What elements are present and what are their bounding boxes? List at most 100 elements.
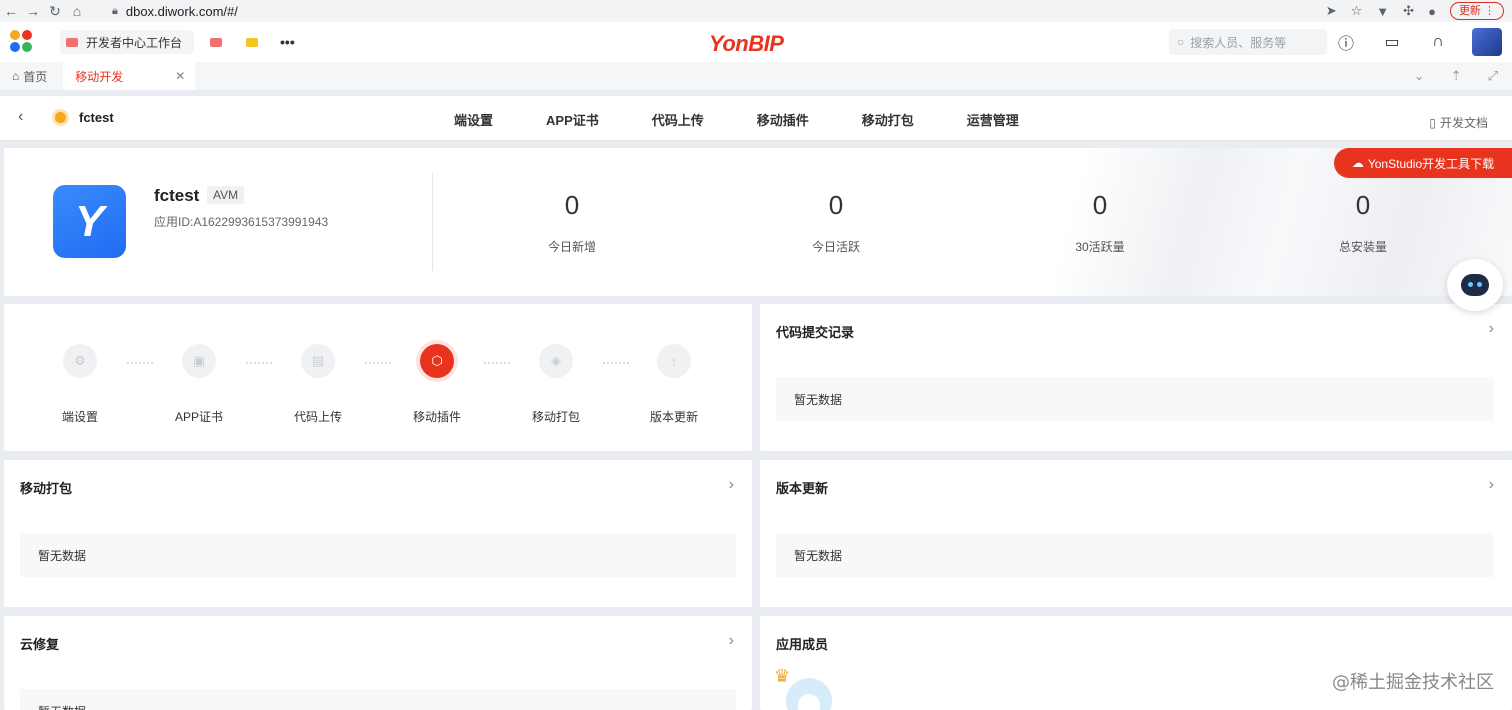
url-text: dbox.diwork.com/#/ — [125, 3, 238, 19]
stat-30-active: 0 30活跃量 — [1030, 190, 1170, 255]
gear-icon: ⚙︎ — [63, 344, 97, 378]
step-label: 移动打包 — [531, 410, 580, 424]
menu-item-mobile-plugins[interactable]: 移动插件 — [757, 110, 809, 129]
app-subnav: ‹ fctest 端设置 APP证书 代码上传 移动插件 移动打包 运营管理 ▯… — [0, 96, 1512, 140]
menu-item-mobile-packaging[interactable]: 移动打包 — [862, 110, 914, 129]
dev-docs-label: 开发文档 — [1439, 116, 1488, 130]
stat-label: 今日新增 — [547, 240, 596, 254]
step-label: APP证书 — [174, 410, 223, 424]
step-app-certificate[interactable]: ▣ APP证书 — [159, 344, 239, 425]
menu-item-code-upload[interactable]: 代码上传 — [652, 110, 704, 129]
avm-badge: AVM — [207, 186, 245, 204]
crown-icon: ♛ — [774, 666, 791, 686]
download-label: YonStudio开发工具下载 — [1367, 156, 1495, 171]
back-chevron-icon[interactable]: ‹ — [18, 108, 23, 126]
step-code-upload[interactable]: ▤ 代码上传 — [278, 344, 358, 425]
chevron-right-icon[interactable]: › — [729, 632, 734, 650]
step-label: 端设置 — [61, 410, 98, 424]
more-icon[interactable]: ••• — [280, 34, 295, 50]
update-label: 更新 — [1458, 5, 1481, 17]
member-avatar[interactable] — [786, 678, 832, 710]
empty-state: 暂无数据 — [20, 689, 736, 710]
yonstudio-download-button[interactable]: ☁︎ YonStudio开发工具下载 — [1334, 148, 1512, 178]
chevron-right-icon[interactable]: › — [1489, 476, 1494, 494]
card-title: 应用成员 — [776, 637, 829, 652]
watermark: @稀土掘金技术社区 — [1332, 672, 1494, 693]
stat-label: 总安装量 — [1338, 240, 1387, 254]
document-icon: ▯ — [1429, 115, 1436, 130]
step-endpoint-settings[interactable]: ⚙︎ 端设置 — [40, 344, 120, 425]
step-label: 代码上传 — [293, 410, 342, 424]
search-icon: ○ — [1177, 35, 1185, 49]
workbench-icon — [66, 37, 78, 47]
close-icon[interactable]: ✕ — [175, 69, 185, 83]
stat-today-new: 0 今日新增 — [502, 190, 642, 255]
chevron-right-icon[interactable]: › — [1489, 320, 1494, 338]
stat-value: 0 — [828, 190, 844, 220]
step-connector — [484, 362, 510, 364]
chevron-right-icon[interactable]: › — [729, 476, 734, 494]
step-mobile-packaging[interactable]: ◈ 移动打包 — [516, 344, 596, 425]
members-card: 应用成员 ♛ — [760, 616, 1512, 710]
user-avatar[interactable] — [1472, 28, 1502, 56]
step-mobile-plugins[interactable]: ⬡ 移动插件 — [397, 344, 477, 425]
stat-value: 0 — [1355, 190, 1371, 220]
package-icon: ◈ — [539, 344, 573, 378]
step-connector — [246, 362, 272, 364]
tab-home[interactable]: ⌂ 首页 — [12, 68, 47, 85]
code-file-icon: ▤ — [301, 344, 335, 378]
dev-docs-link[interactable]: ▯ 开发文档 — [1429, 114, 1488, 131]
help-icon[interactable]: ⓘ — [1334, 30, 1358, 54]
fullscreen-icon[interactable]: ⤢ — [1488, 68, 1498, 84]
menu-item-endpoint-settings[interactable]: 端设置 — [454, 110, 493, 129]
extension-v-icon[interactable]: ▼ — [1376, 4, 1389, 19]
address-bar[interactable]: 🔒︎ dbox.diwork.com/#/ — [112, 4, 238, 19]
assistant-robot-button[interactable] — [1447, 259, 1503, 311]
workbench-tab[interactable]: 开发者中心工作台 — [60, 30, 195, 54]
card-title: 代码提交记录 — [776, 325, 855, 340]
tab-mobile-dev-label: 移动开发 — [75, 69, 124, 84]
back-arrow-icon[interactable]: ← — [0, 3, 22, 19]
home-icon[interactable]: ⌂ — [66, 3, 88, 19]
code-records-card: 代码提交记录 › 暂无数据 — [760, 304, 1512, 451]
step-connector — [127, 362, 153, 364]
card-title: 云修复 — [20, 637, 60, 652]
cloud-fix-card: 云修复 › 暂无数据 — [4, 616, 752, 710]
browser-toolbar: ← → ↻ ⌂ 🔒︎ dbox.diwork.com/#/ ➤ ☆ ▼ ✣ ● … — [0, 0, 1512, 22]
subnav-menu: 端设置 APP证书 代码上传 移动插件 移动打包 运营管理 — [454, 110, 1072, 129]
stat-label: 30活跃量 — [1075, 240, 1125, 254]
profile-icon[interactable]: ● — [1428, 4, 1436, 19]
update-button[interactable]: 更新 ⋮ — [1449, 2, 1504, 20]
card-title: 移动打包 — [20, 481, 73, 496]
puzzle-icon[interactable]: ✣ — [1403, 3, 1414, 19]
brand-logo: YonBIP — [709, 31, 784, 56]
tab-home-label: 首页 — [23, 69, 48, 84]
robot-icon — [1461, 274, 1489, 296]
stat-label: 今日活跃 — [811, 240, 860, 254]
app-shortcut-icon[interactable] — [210, 37, 223, 47]
note-shortcut-icon[interactable] — [246, 37, 259, 47]
stat-value: 0 — [564, 190, 580, 220]
search-input[interactable]: ○ 搜索人员、服务等 — [1169, 29, 1327, 55]
stat-total-installs: 0 总安装量 — [1293, 190, 1433, 255]
certificate-icon: ▣ — [182, 344, 216, 378]
forward-arrow-icon[interactable]: → — [22, 3, 44, 19]
star-icon[interactable]: ☆ — [1351, 3, 1363, 19]
menu-item-operations[interactable]: 运营管理 — [967, 110, 1019, 129]
menu-item-app-certificate[interactable]: APP证书 — [546, 110, 599, 129]
page-tabs: ⌂ 首页 移动开发 ✕ ⌄ ⇡ ⤢ — [0, 62, 1512, 90]
headset-icon[interactable]: ∩ — [1426, 30, 1450, 54]
step-version-update[interactable]: ↑ 版本更新 — [634, 344, 714, 425]
app-name: fctest — [154, 186, 200, 205]
app-grid-logo-icon[interactable] — [10, 30, 34, 54]
divider — [432, 173, 433, 271]
workflow-steps-card: ⚙︎ 端设置 ▣ APP证书 ▤ 代码上传 ⬡ 移动插件 ◈ 移动打包 ↑ 版本… — [4, 304, 752, 451]
message-icon[interactable]: ▭ — [1380, 30, 1404, 54]
reload-icon[interactable]: ↻ — [44, 3, 66, 20]
chevron-down-icon[interactable]: ⌄ — [1414, 68, 1425, 84]
search-placeholder: 搜索人员、服务等 — [1190, 35, 1287, 50]
upload-icon[interactable]: ⇡ — [1451, 68, 1462, 84]
version-update-card: 版本更新 › 暂无数据 — [760, 460, 1512, 607]
tab-mobile-dev[interactable]: 移动开发 ✕ — [63, 62, 196, 90]
share-icon[interactable]: ➤ — [1326, 3, 1337, 19]
